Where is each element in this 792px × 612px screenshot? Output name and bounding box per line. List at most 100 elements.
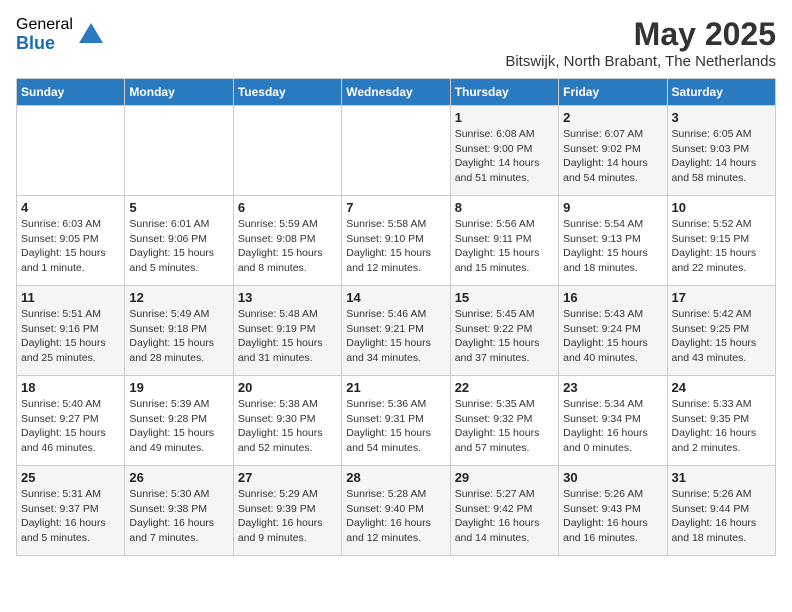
header-wednesday: Wednesday <box>342 79 450 106</box>
day-info: Sunrise: 5:31 AM Sunset: 9:37 PM Dayligh… <box>21 487 120 546</box>
calendar-cell: 7Sunrise: 5:58 AM Sunset: 9:10 PM Daylig… <box>342 196 450 286</box>
header-tuesday: Tuesday <box>233 79 341 106</box>
day-number: 26 <box>129 470 228 485</box>
day-info: Sunrise: 5:27 AM Sunset: 9:42 PM Dayligh… <box>455 487 554 546</box>
day-info: Sunrise: 5:40 AM Sunset: 9:27 PM Dayligh… <box>21 397 120 456</box>
calendar-cell: 9 Sunrise: 5:54 AM Sunset: 9:13 PM Daylig… <box>559 196 667 286</box>
day-number: 1 <box>455 110 554 125</box>
day-info: Sunrise: 6:08 AM Sunset: 9:00 PM Dayligh… <box>455 127 554 186</box>
calendar-cell: 13 Sunrise: 5:48 AM Sunset: 9:19 PM Dayli… <box>233 286 341 376</box>
day-info: Sunrise: 6:03 AM Sunset: 9:05 PM Dayligh… <box>21 217 120 276</box>
week-row-3: 11Sunrise: 5:51 AM Sunset: 9:16 PM Dayli… <box>17 286 776 376</box>
logo-text: General Blue <box>16 16 73 53</box>
day-number: 13 <box>238 290 337 305</box>
header-saturday: Saturday <box>667 79 775 106</box>
day-info: Sunrise: 5:56 AM Sunset: 9:11 PM Dayligh… <box>455 217 554 276</box>
calendar-cell <box>17 106 125 196</box>
calendar-cell: 19 Sunrise: 5:39 AM Sunset: 9:28 PM Dayli… <box>125 376 233 466</box>
day-number: 15 <box>455 290 554 305</box>
day-info: Sunrise: 5:39 AM Sunset: 9:28 PM Dayligh… <box>129 397 228 456</box>
header-sunday: Sunday <box>17 79 125 106</box>
day-info: Sunrise: 5:42 AM Sunset: 9:25 PM Dayligh… <box>672 307 771 366</box>
calendar-table: SundayMondayTuesdayWednesdayThursdayFrid… <box>16 78 776 556</box>
day-info: Sunrise: 5:51 AM Sunset: 9:16 PM Dayligh… <box>21 307 120 366</box>
logo-general: General <box>16 16 73 34</box>
day-number: 4 <box>21 200 120 215</box>
calendar-cell: 8 Sunrise: 5:56 AM Sunset: 9:11 PM Daylig… <box>450 196 558 286</box>
day-info: Sunrise: 5:54 AM Sunset: 9:13 PM Dayligh… <box>563 217 662 276</box>
header-friday: Friday <box>559 79 667 106</box>
day-number: 19 <box>129 380 228 395</box>
day-number: 16 <box>563 290 662 305</box>
day-number: 23 <box>563 380 662 395</box>
calendar-cell: 4 Sunrise: 6:03 AM Sunset: 9:05 PM Daylig… <box>17 196 125 286</box>
calendar-cell: 12 Sunrise: 5:49 AM Sunset: 9:18 PM Dayli… <box>125 286 233 376</box>
day-info: Sunrise: 5:45 AM Sunset: 9:22 PM Dayligh… <box>455 307 554 366</box>
day-number: 17 <box>672 290 771 305</box>
calendar-cell: 29 Sunrise: 5:27 AM Sunset: 9:42 PM Dayli… <box>450 466 558 556</box>
day-info: Sunrise: 6:07 AM Sunset: 9:02 PM Dayligh… <box>563 127 662 186</box>
day-number: 9 <box>563 200 662 215</box>
calendar-cell: 26Sunrise: 5:30 AM Sunset: 9:38 PM Dayli… <box>125 466 233 556</box>
calendar-cell: 16Sunrise: 5:43 AM Sunset: 9:24 PM Dayli… <box>559 286 667 376</box>
calendar-cell: 21 Sunrise: 5:36 AM Sunset: 9:31 PM Dayli… <box>342 376 450 466</box>
day-number: 30 <box>563 470 662 485</box>
calendar-cell: 18 Sunrise: 5:40 AM Sunset: 9:27 PM Dayli… <box>17 376 125 466</box>
day-number: 5 <box>129 200 228 215</box>
day-number: 8 <box>455 200 554 215</box>
calendar-cell <box>233 106 341 196</box>
day-info: Sunrise: 5:36 AM Sunset: 9:31 PM Dayligh… <box>346 397 445 456</box>
day-number: 24 <box>672 380 771 395</box>
day-number: 28 <box>346 470 445 485</box>
calendar-cell: 2Sunrise: 6:07 AM Sunset: 9:02 PM Daylig… <box>559 106 667 196</box>
day-number: 12 <box>129 290 228 305</box>
day-number: 31 <box>672 470 771 485</box>
day-info: Sunrise: 5:59 AM Sunset: 9:08 PM Dayligh… <box>238 217 337 276</box>
logo-icon <box>77 21 105 49</box>
week-row-2: 4 Sunrise: 6:03 AM Sunset: 9:05 PM Daylig… <box>17 196 776 286</box>
calendar-cell: 24Sunrise: 5:33 AM Sunset: 9:35 PM Dayli… <box>667 376 775 466</box>
day-number: 6 <box>238 200 337 215</box>
day-info: Sunrise: 5:35 AM Sunset: 9:32 PM Dayligh… <box>455 397 554 456</box>
calendar-cell: 6 Sunrise: 5:59 AM Sunset: 9:08 PM Daylig… <box>233 196 341 286</box>
day-number: 25 <box>21 470 120 485</box>
header-monday: Monday <box>125 79 233 106</box>
calendar-cell: 27Sunrise: 5:29 AM Sunset: 9:39 PM Dayli… <box>233 466 341 556</box>
month-title: May 2025 <box>505 16 776 53</box>
calendar-cell: 31 Sunrise: 5:26 AM Sunset: 9:44 PM Dayli… <box>667 466 775 556</box>
day-info: Sunrise: 6:01 AM Sunset: 9:06 PM Dayligh… <box>129 217 228 276</box>
day-number: 20 <box>238 380 337 395</box>
day-info: Sunrise: 5:29 AM Sunset: 9:39 PM Dayligh… <box>238 487 337 546</box>
day-info: Sunrise: 5:58 AM Sunset: 9:10 PM Dayligh… <box>346 217 445 276</box>
day-info: Sunrise: 5:48 AM Sunset: 9:19 PM Dayligh… <box>238 307 337 366</box>
calendar-cell: 22Sunrise: 5:35 AM Sunset: 9:32 PM Dayli… <box>450 376 558 466</box>
day-info: Sunrise: 6:05 AM Sunset: 9:03 PM Dayligh… <box>672 127 771 186</box>
day-number: 3 <box>672 110 771 125</box>
day-info: Sunrise: 5:38 AM Sunset: 9:30 PM Dayligh… <box>238 397 337 456</box>
calendar-cell: 17 Sunrise: 5:42 AM Sunset: 9:25 PM Dayli… <box>667 286 775 376</box>
calendar-cell <box>125 106 233 196</box>
calendar-cell: 1 Sunrise: 6:08 AM Sunset: 9:00 PM Daylig… <box>450 106 558 196</box>
day-info: Sunrise: 5:34 AM Sunset: 9:34 PM Dayligh… <box>563 397 662 456</box>
calendar-cell: 30Sunrise: 5:26 AM Sunset: 9:43 PM Dayli… <box>559 466 667 556</box>
day-number: 21 <box>346 380 445 395</box>
title-block: May 2025 Bitswijk, North Brabant, The Ne… <box>505 16 776 70</box>
page-header: General Blue May 2025 Bitswijk, North Br… <box>16 16 776 70</box>
calendar-cell: 23 Sunrise: 5:34 AM Sunset: 9:34 PM Dayli… <box>559 376 667 466</box>
day-info: Sunrise: 5:49 AM Sunset: 9:18 PM Dayligh… <box>129 307 228 366</box>
calendar-cell: 10 Sunrise: 5:52 AM Sunset: 9:15 PM Dayli… <box>667 196 775 286</box>
logo: General Blue <box>16 16 105 53</box>
calendar-cell: 11Sunrise: 5:51 AM Sunset: 9:16 PM Dayli… <box>17 286 125 376</box>
day-number: 14 <box>346 290 445 305</box>
day-number: 18 <box>21 380 120 395</box>
calendar-cell: 25 Sunrise: 5:31 AM Sunset: 9:37 PM Dayli… <box>17 466 125 556</box>
calendar-cell: 15 Sunrise: 5:45 AM Sunset: 9:22 PM Dayli… <box>450 286 558 376</box>
day-number: 29 <box>455 470 554 485</box>
calendar-cell: 5 Sunrise: 6:01 AM Sunset: 9:06 PM Daylig… <box>125 196 233 286</box>
day-info: Sunrise: 5:26 AM Sunset: 9:44 PM Dayligh… <box>672 487 771 546</box>
day-info: Sunrise: 5:52 AM Sunset: 9:15 PM Dayligh… <box>672 217 771 276</box>
calendar-cell: 28Sunrise: 5:28 AM Sunset: 9:40 PM Dayli… <box>342 466 450 556</box>
day-info: Sunrise: 5:46 AM Sunset: 9:21 PM Dayligh… <box>346 307 445 366</box>
calendar-cell: 20 Sunrise: 5:38 AM Sunset: 9:30 PM Dayli… <box>233 376 341 466</box>
day-number: 10 <box>672 200 771 215</box>
